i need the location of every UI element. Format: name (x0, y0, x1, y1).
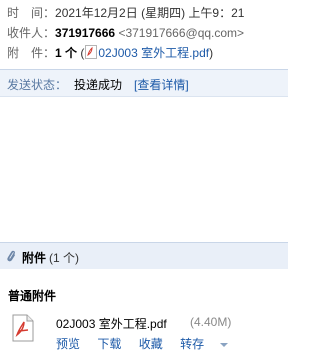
download-button[interactable]: 下载 (97, 337, 121, 351)
attachment-actions: 预览 下载 收藏 转存 (56, 335, 242, 352)
attachment-close-paren: ) (209, 46, 214, 60)
attachments-title: 附件 (22, 251, 47, 265)
attachment-file-link[interactable]: 02J003 室外工程.pdf (98, 46, 209, 60)
time-label: 时 间： (7, 6, 56, 20)
view-details-link[interactable]: [查看详情] (134, 76, 189, 93)
recipient-name[interactable]: 371917666 (55, 26, 115, 40)
normal-attachments-title: 普通附件 (8, 289, 57, 303)
send-status-bar: 发送状态： 投递成功 [查看详情] (0, 69, 288, 97)
attachments-header: 附件 (1 个) (0, 242, 288, 269)
time-row: 时 间：2021年12月2日 (星期四) 上午9：21 (7, 4, 244, 21)
pdf-file-icon (85, 45, 98, 59)
attachment-open-paren: ( (80, 46, 85, 60)
paperclip-icon (7, 250, 15, 262)
attachment-row: 附 件：1 个 ( 02J003 室外工程.pdf) (7, 44, 213, 61)
attachments-count: (1 个) (49, 251, 80, 265)
time-value: 2021年12月2日 (星期四) 上午9：21 (55, 6, 245, 20)
pdf-file-icon (12, 314, 34, 342)
attachment-file-size: (4.40M) (190, 315, 232, 329)
chevron-down-icon (220, 342, 229, 347)
save-to-label: 转存 (180, 337, 205, 351)
send-status-label: 发送状态： (7, 78, 68, 92)
recipient-label: 收件人： (7, 26, 56, 40)
attachment-file-name[interactable]: 02J003 室外工程.pdf (56, 315, 167, 332)
save-to-button[interactable]: 转存 (180, 337, 229, 351)
recipient-email: <371917666@qq.com> (118, 26, 245, 40)
attachment-count: 1 个 (55, 46, 78, 60)
mail-header: 时 间：2021年12月2日 (星期四) 上午9：21 收件人：37191766… (0, 0, 288, 69)
recipient-row: 收件人：371917666 <371917666@qq.com> (7, 24, 244, 41)
send-status-value: 投递成功 (74, 78, 123, 92)
preview-button[interactable]: 预览 (56, 337, 80, 351)
attachment-label: 附 件： (7, 46, 56, 60)
favorite-button[interactable]: 收藏 (139, 337, 163, 351)
